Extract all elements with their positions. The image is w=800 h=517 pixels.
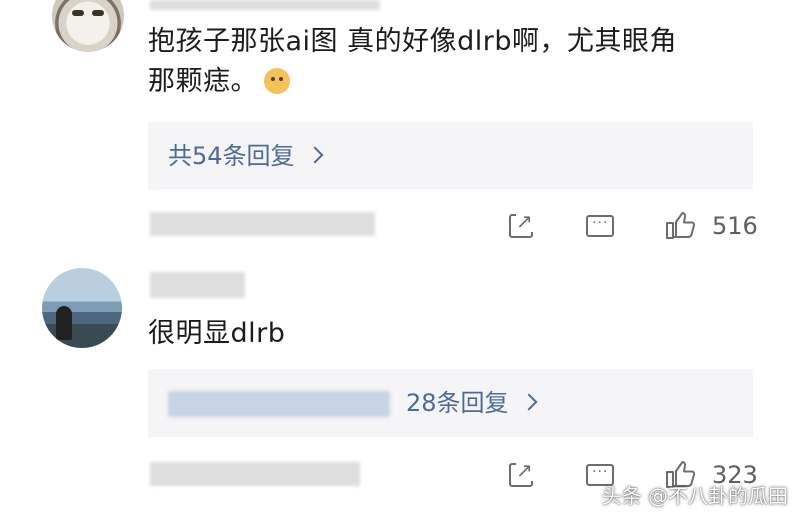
like-count: 516 — [712, 212, 758, 240]
share-icon[interactable] — [509, 210, 533, 238]
chevron-right-icon — [520, 393, 538, 411]
replies-box[interactable]: 28条回复 — [148, 369, 753, 437]
blurred-username — [150, 272, 245, 298]
watermark: 头条 @不八卦的瓜田 — [601, 484, 788, 508]
comment-line: 那颗痣。 — [148, 62, 748, 102]
view-replies-link[interactable]: 28条回复 — [406, 385, 538, 421]
avatar[interactable] — [52, 0, 124, 52]
blurred-timestamp — [150, 462, 360, 486]
view-replies-link[interactable]: 共54条回复 — [168, 138, 324, 174]
dog-emoji-icon — [264, 68, 290, 94]
blurred-reply-preview — [168, 391, 390, 417]
blurred-username — [150, 0, 380, 10]
comment-text: 很明显dlrb — [148, 318, 286, 349]
comment-text: 抱孩子那张ai图 真的好像dlrb啊，尤其眼角 那颗痣。 — [148, 22, 748, 102]
avatar-eye — [72, 10, 84, 16]
avatar-figure — [56, 306, 72, 340]
blurred-timestamp — [150, 212, 375, 236]
comment-line: 抱孩子那张ai图 真的好像dlrb啊，尤其眼角 — [148, 26, 678, 57]
avatar-eye — [92, 10, 104, 16]
avatar[interactable] — [42, 268, 122, 348]
chevron-right-icon — [306, 146, 324, 164]
comment-icon[interactable] — [586, 215, 614, 237]
share-icon[interactable] — [509, 459, 533, 487]
replies-box[interactable]: 共54条回复 — [148, 122, 753, 190]
replies-label: 共54条回复 — [168, 142, 295, 170]
replies-label: 28条回复 — [406, 389, 509, 417]
like-icon[interactable] — [664, 209, 696, 241]
